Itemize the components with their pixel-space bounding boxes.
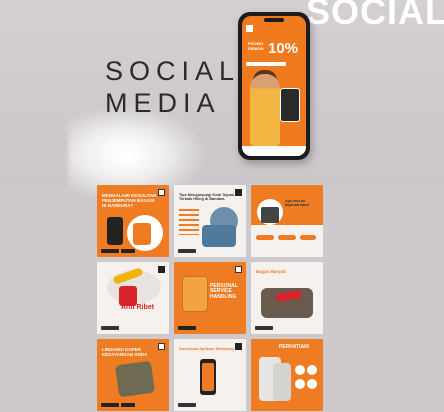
post-grid: Mengalami Kesulitan Penjemputan Bagasi d… xyxy=(97,185,339,412)
post-7[interactable]: Lindungi Koper Kesayangan Anda xyxy=(97,339,169,411)
store-badge xyxy=(101,403,119,407)
person-image xyxy=(250,74,280,146)
phone-screen: PROMO DISKON 10% xyxy=(242,16,306,156)
post-5[interactable]: Personal Service Handling xyxy=(174,262,246,334)
store-badge xyxy=(178,326,196,330)
post-3[interactable]: Ayo ikut ke layanan kami xyxy=(251,185,323,257)
store-badge xyxy=(255,326,273,330)
post-headline: Bagasi Banyak xyxy=(256,269,286,274)
feature-pill xyxy=(278,235,296,240)
feature-pill xyxy=(300,235,316,240)
post-headline: Perhatian! xyxy=(279,344,310,350)
cloud-decoration-small xyxy=(95,130,155,180)
books-image xyxy=(261,207,279,223)
phone-image xyxy=(107,217,123,245)
post-headline: Anti Ribet xyxy=(121,304,155,311)
brand-logo-icon xyxy=(158,266,165,273)
suitcase-image xyxy=(114,360,156,398)
phone-screen-image xyxy=(202,363,214,391)
post-headline: Lindungi Koper Kesayangan Anda xyxy=(102,347,148,358)
prohibited-icon xyxy=(295,379,305,389)
store-badge xyxy=(101,249,119,253)
store-badge xyxy=(178,403,196,407)
post-2[interactable]: Tips Mengunjungi Kota Tujuan Terbaik Hil… xyxy=(174,185,246,257)
feature-pill xyxy=(256,235,274,240)
post-headline: Download Aplikasi Sekarang xyxy=(179,346,234,351)
store-badge xyxy=(121,249,135,253)
brand-logo-icon xyxy=(235,189,242,196)
phone-notch xyxy=(264,18,284,22)
promo-label: PROMO DISKON xyxy=(248,41,264,51)
phone-footer xyxy=(242,146,306,156)
store-badge xyxy=(121,403,135,407)
prohibited-icon xyxy=(295,365,305,375)
post-headline: Ayo ikut ke layanan kami xyxy=(285,199,309,208)
brand-logo-icon xyxy=(158,189,165,196)
brand-logo-icon xyxy=(235,343,242,350)
post-1[interactable]: Mengalami Kesulitan Penjemputan Bagasi d… xyxy=(97,185,169,257)
suitcase-image xyxy=(182,276,208,312)
suitcase-image xyxy=(202,225,236,247)
post-4[interactable]: Anti Ribet xyxy=(97,262,169,334)
post-headline: Personal Service Handling xyxy=(210,283,238,300)
phone-mockup: PROMO DISKON 10% xyxy=(238,12,310,160)
post-9[interactable]: Perhatian! xyxy=(251,339,323,411)
brand-logo-icon xyxy=(246,25,253,32)
prohibited-icon xyxy=(307,365,317,375)
post-headline: Tips Mengunjungi Kota Tujuan Terbaik Hil… xyxy=(179,193,235,202)
suitcase-image xyxy=(273,363,291,401)
title-line-2: MEDIA xyxy=(105,88,221,118)
mini-phone-image xyxy=(280,88,300,122)
store-badge xyxy=(178,249,196,253)
post-8[interactable]: Download Aplikasi Sekarang xyxy=(174,339,246,411)
post-6[interactable]: Bagasi Banyak xyxy=(251,262,323,334)
promo-value: 10% xyxy=(268,40,299,57)
prohibited-icon xyxy=(307,379,317,389)
brand-logo-icon xyxy=(235,266,242,273)
store-badge xyxy=(101,326,119,330)
background-word: SOCIAL xyxy=(305,0,444,32)
checklist-image xyxy=(179,209,199,235)
post-headline: Mengalami Kesulitan Penjemputan Bagasi d… xyxy=(102,193,157,209)
suitcase-image xyxy=(119,286,137,306)
brand-logo-icon xyxy=(158,343,165,350)
suitcase-image xyxy=(133,223,151,245)
promo-strip xyxy=(246,62,286,66)
title-line-1: SOCIAL xyxy=(105,56,241,86)
